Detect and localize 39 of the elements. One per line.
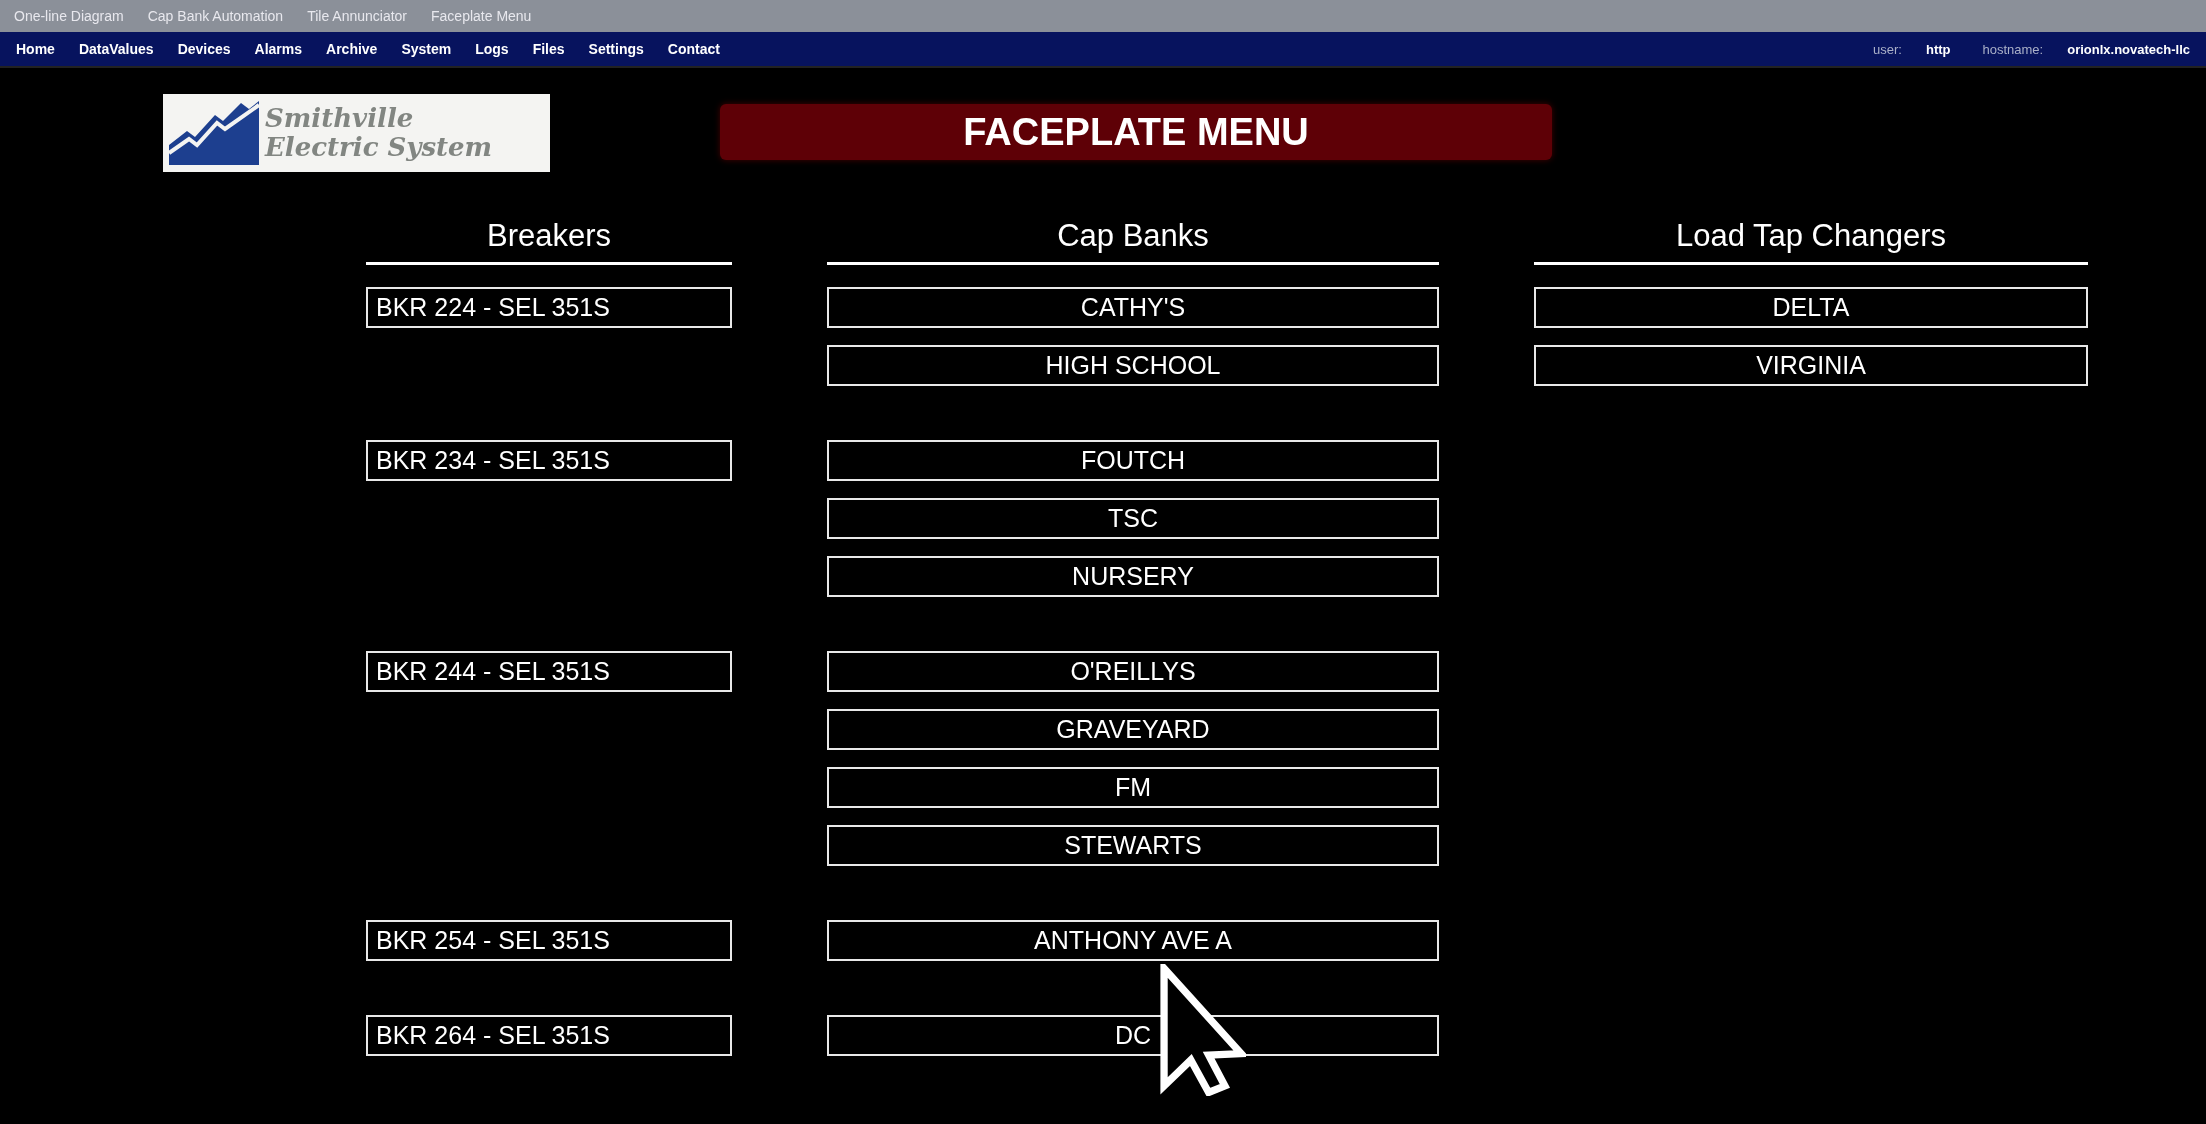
cap-bank-button[interactable]: HIGH SCHOOL	[827, 345, 1439, 386]
breaker-button[interactable]: BKR 244 - SEL 351S	[366, 651, 732, 692]
nav-link[interactable]: Devices	[177, 41, 231, 57]
cap-bank-button[interactable]: GRAVEYARD	[827, 709, 1439, 750]
logo-text: Smithville	[265, 104, 415, 133]
breaker-button[interactable]: BKR 234 - SEL 351S	[366, 440, 732, 481]
nav-link[interactable]: Alarms	[254, 41, 303, 57]
nav-link[interactable]: Settings	[588, 41, 644, 57]
mountain-icon	[169, 101, 259, 165]
column-heading: Load Tap Changers	[1534, 218, 2088, 265]
cap-bank-button[interactable]: ANTHONY AVE A	[827, 920, 1439, 961]
hostname-label: hostname:	[1982, 41, 2044, 57]
mouse-pointer-icon	[1160, 964, 1246, 1096]
logo-text: Electric System	[265, 133, 493, 162]
nav-link[interactable]: Logs	[475, 41, 509, 57]
nav-link[interactable]: DataValues	[78, 41, 154, 57]
cap-bank-button[interactable]: TSC	[827, 498, 1439, 539]
column-heading: Cap Banks	[827, 218, 1439, 265]
user-label: user:	[1873, 41, 1902, 57]
page-title: FACEPLATE MENU	[720, 104, 1552, 160]
tap-changer-button[interactable]: VIRGINIA	[1534, 345, 2088, 386]
nav-link[interactable]: Archive	[326, 41, 378, 57]
cap-bank-button[interactable]: FOUTCH	[827, 440, 1439, 481]
nav-link[interactable]: Files	[532, 41, 565, 57]
cap-bank-button[interactable]: O'REILLYS	[827, 651, 1439, 692]
nav-link[interactable]: Home	[16, 41, 55, 57]
cap-bank-button[interactable]: CATHY'S	[827, 287, 1439, 328]
nav-link[interactable]: Contact	[667, 41, 720, 57]
breaker-button[interactable]: BKR 224 - SEL 351S	[366, 287, 732, 328]
cap-bank-button[interactable]: NURSERY	[827, 556, 1439, 597]
cap-bank-button[interactable]: STEWARTS	[827, 825, 1439, 866]
tap-changer-button[interactable]: DELTA	[1534, 287, 2088, 328]
nav-link[interactable]: System	[401, 41, 452, 57]
column-heading: Breakers	[366, 218, 732, 265]
breaker-button[interactable]: BKR 254 - SEL 351S	[366, 920, 732, 961]
cap-bank-button[interactable]: FM	[827, 767, 1439, 808]
hostname-value: orionlx.novatech-llc	[2067, 41, 2190, 57]
user-value: http	[1925, 41, 1951, 57]
breaker-button[interactable]: BKR 264 - SEL 351S	[366, 1015, 732, 1056]
